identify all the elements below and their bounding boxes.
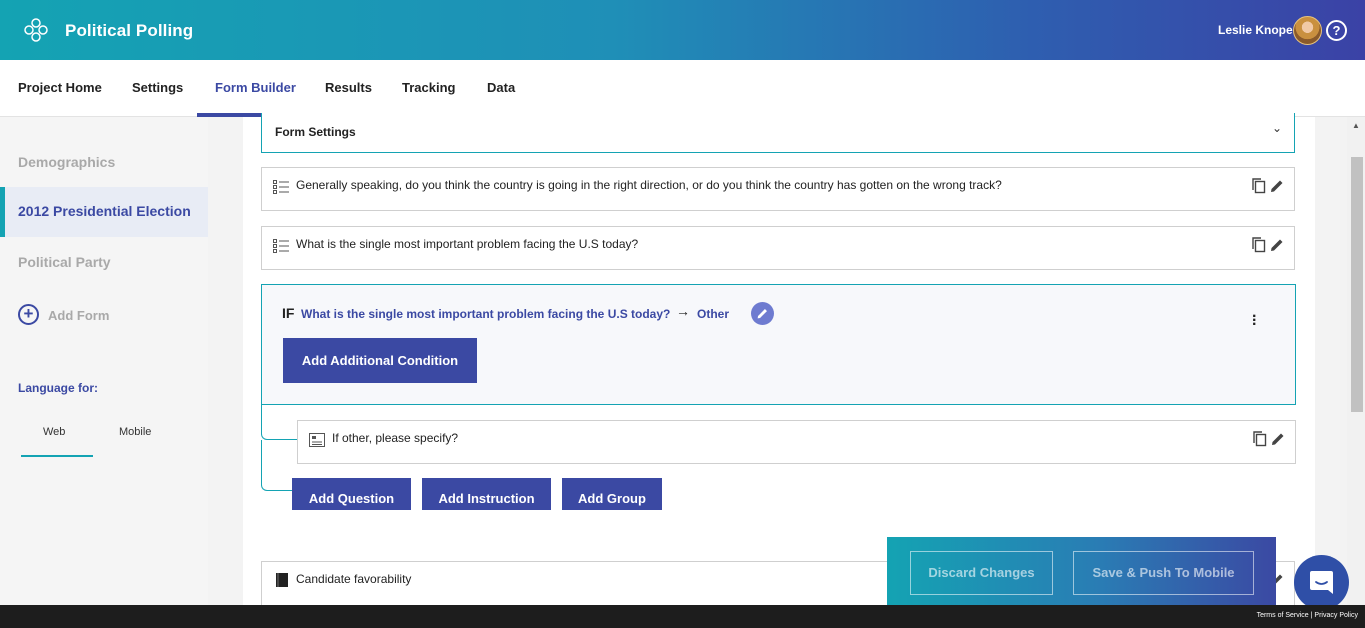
avatar[interactable] [1293,16,1322,45]
save-bar: Discard Changes Save & Push To Mobile [887,537,1276,605]
edit-condition-button[interactable] [751,302,774,325]
section-title: Candidate favorability [296,572,412,586]
add-additional-condition-button[interactable]: Add Additional Condition [283,338,477,383]
copy-icon[interactable] [1252,431,1268,447]
privacy-link[interactable]: Privacy Policy [1314,612,1358,619]
question-card[interactable]: Generally speaking, do you think the cou… [261,167,1295,211]
add-instruction-button[interactable]: Add Instruction [422,478,551,510]
add-question-button[interactable]: Add Question [292,478,411,510]
language-label: Language for: [18,381,98,395]
question-text: What is the single most important proble… [296,237,639,251]
sidebar: Demographics 2012 Presidential Election … [0,117,208,605]
top-bar: Political Polling Leslie Knope ? [0,0,1365,60]
add-group-button[interactable]: Add Group [562,478,662,510]
scroll-up-icon[interactable]: ▲ [1352,121,1360,130]
multiple-choice-icon [273,239,289,253]
app-title: Political Polling [65,21,194,40]
footer: Terms of Service | Privacy Policy [0,605,1365,628]
scrollbar-thumb[interactable] [1351,157,1363,412]
tab-results[interactable]: Results [325,80,372,95]
save-push-mobile-button[interactable]: Save & Push To Mobile [1073,551,1254,595]
edit-pencil-icon[interactable] [1269,178,1285,194]
tree-connector [261,440,292,491]
edit-pencil-icon[interactable] [1270,431,1286,447]
scrollbar[interactable]: ▲ [1347,117,1365,605]
chat-icon [1310,571,1333,594]
question-text: Generally speaking, do you think the cou… [296,178,1002,192]
question-card[interactable]: What is the single most important proble… [261,226,1295,270]
sidebar-item-2012-presidential-election[interactable]: 2012 Presidential Election [0,187,208,237]
condition-answer[interactable]: Other [697,307,729,321]
tab-project-home[interactable]: Project Home [18,80,102,95]
tab-tracking[interactable]: Tracking [402,80,455,95]
add-form-plus-icon[interactable]: + [18,304,39,325]
copy-icon[interactable] [1251,178,1267,194]
more-options-icon[interactable]: · · · [1252,309,1257,333]
tree-connector [261,405,297,440]
language-tab-indicator [21,455,93,457]
multiple-choice-icon [273,180,289,194]
tab-settings[interactable]: Settings [132,80,183,95]
chat-launcher-button[interactable] [1294,555,1349,610]
add-form-button[interactable]: Add Form [48,308,109,323]
form-settings-panel[interactable]: Form Settings ⌄ [261,113,1295,153]
arrow-right-icon: → [676,303,690,319]
edit-pencil-icon[interactable] [1269,237,1285,253]
section-icon [276,573,288,587]
discard-changes-button[interactable]: Discard Changes [910,551,1053,595]
user-name[interactable]: Leslie Knope [1218,23,1293,37]
nested-question-card[interactable]: If other, please specify? [297,420,1296,464]
form-settings-label: Form Settings [275,125,356,139]
edit-pencil-icon [757,309,767,319]
tab-data[interactable]: Data [487,80,515,95]
sidebar-item-demographics[interactable]: Demographics [18,154,115,170]
chevron-down-icon[interactable]: ⌄ [1272,121,1282,135]
tab-form-builder[interactable]: Form Builder [215,80,296,95]
sidebar-item-label: 2012 Presidential Election [18,203,191,219]
app-logo-icon [24,18,48,42]
language-tab-web[interactable]: Web [43,426,65,438]
question-text: If other, please specify? [332,431,459,445]
text-input-icon [309,433,325,447]
terms-link[interactable]: Terms of Service [1257,612,1309,619]
condition-question[interactable]: What is the single most important proble… [301,307,670,321]
copy-icon[interactable] [1251,237,1267,253]
main-nav-tabs: Project Home Settings Form Builder Resul… [0,60,1365,117]
language-tab-mobile[interactable]: Mobile [119,426,151,438]
sidebar-item-political-party[interactable]: Political Party [18,254,111,270]
help-icon[interactable]: ? [1326,20,1347,41]
condition-block: IF What is the single most important pro… [261,284,1296,405]
condition-if-label: IF [282,305,295,321]
